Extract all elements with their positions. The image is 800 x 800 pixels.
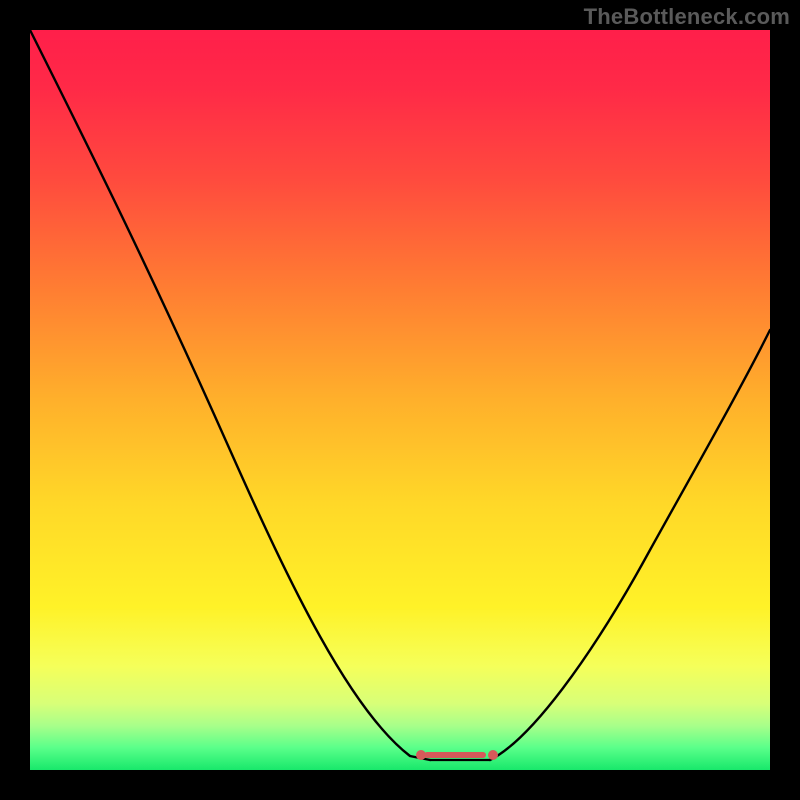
bottleneck-curve bbox=[30, 30, 770, 770]
bottom-accent-region bbox=[418, 748, 498, 762]
curve-left-arm bbox=[30, 30, 430, 760]
plot-area bbox=[30, 30, 770, 770]
watermark-text: TheBottleneck.com bbox=[584, 4, 790, 30]
accent-dot-right bbox=[488, 750, 498, 760]
chart-frame: TheBottleneck.com bbox=[0, 0, 800, 800]
accent-bar bbox=[424, 752, 486, 758]
curve-right-arm bbox=[490, 330, 770, 760]
